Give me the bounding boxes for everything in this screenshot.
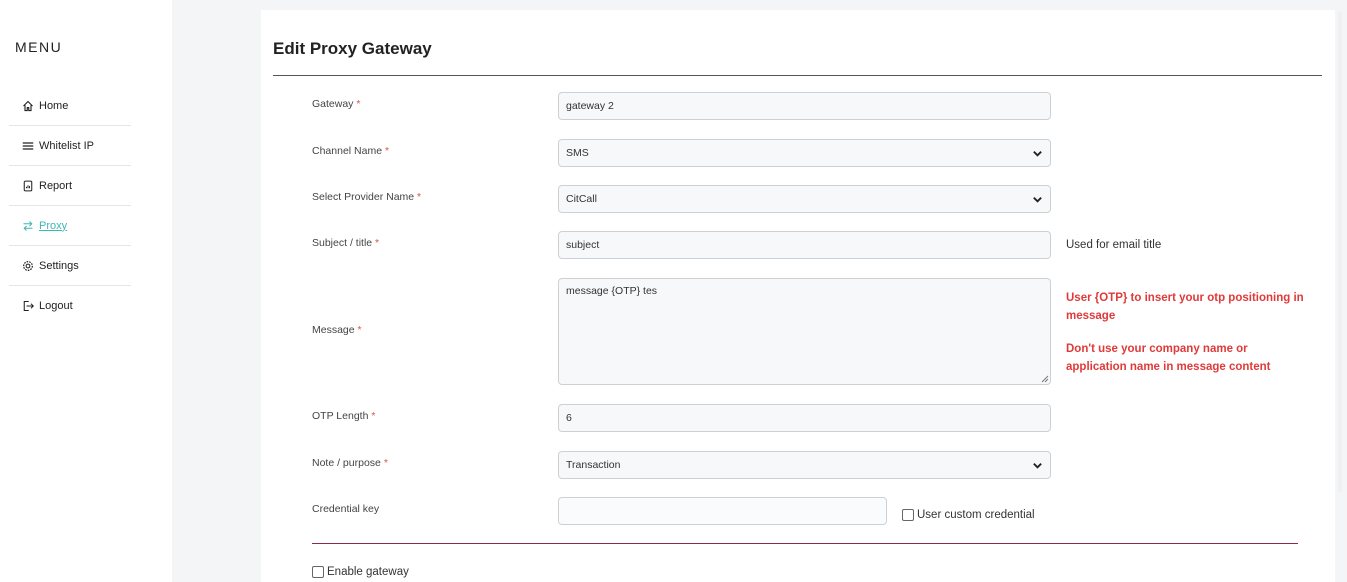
provider-select[interactable]: CitCall: [558, 185, 1051, 213]
report-icon: [23, 180, 33, 191]
sidebar-item-label: Home: [39, 99, 69, 112]
sidebar-item-logout[interactable]: Logout: [9, 286, 131, 326]
sidebar-item-label: Logout: [39, 300, 73, 312]
sidebar: MENU Home Whitelist IP Report Proxy Sett…: [0, 0, 172, 582]
sidebar-item-label: Proxy: [39, 219, 68, 232]
custom-credential-checkbox[interactable]: [902, 509, 914, 521]
sidebar-item-report[interactable]: Report: [9, 166, 131, 206]
sidebar-item-whitelist-ip[interactable]: Whitelist IP: [9, 126, 131, 166]
custom-credential-label: User custom credential: [917, 509, 1035, 521]
main-panel: Edit Proxy Gateway Gateway * gateway 2 C…: [261, 10, 1335, 582]
gateway-label: Gateway *: [312, 98, 361, 110]
note-select[interactable]: Transaction: [558, 451, 1051, 479]
provider-label: Select Provider Name *: [312, 191, 422, 203]
chevron-down-icon: [1033, 196, 1042, 203]
title-divider: [273, 75, 1322, 76]
otp-placeholder-warning: User {OTP} to insert your otp positionin…: [1066, 292, 1304, 322]
enable-gateway-checkbox[interactable]: [312, 566, 324, 578]
sidebar-item-proxy[interactable]: Proxy: [9, 206, 131, 246]
subject-label: Subject / title *: [312, 237, 380, 249]
list-icon: [22, 141, 34, 150]
sidebar-item-label: Whitelist IP: [39, 139, 95, 152]
gear-icon: [23, 260, 33, 271]
company-name-warning: Don't use your company name or applicati…: [1066, 343, 1271, 373]
channel-name-select[interactable]: SMS: [558, 139, 1051, 167]
enable-gateway-label: Enable gateway: [327, 566, 409, 578]
resize-handle-icon[interactable]: [1041, 375, 1049, 383]
logout-icon: [23, 300, 34, 312]
sidebar-item-home[interactable]: Home: [9, 86, 131, 126]
sidebar-item-label: Settings: [39, 259, 79, 272]
otp-length-input[interactable]: 6: [558, 404, 1051, 432]
swap-icon: [23, 220, 33, 231]
section-divider: [312, 543, 1298, 544]
nav-menu: Home Whitelist IP Report Proxy Settings …: [9, 86, 131, 326]
sidebar-item-settings[interactable]: Settings: [9, 246, 131, 286]
subject-input[interactable]: subject: [558, 231, 1051, 259]
scrollbar-thumb[interactable]: [1338, 12, 1342, 492]
page-title: Edit Proxy Gateway: [273, 39, 432, 58]
gateway-input[interactable]: gateway 2: [558, 92, 1051, 120]
credential-key-input[interactable]: [558, 497, 887, 525]
home-icon: [23, 100, 33, 111]
channel-name-label: Channel Name *: [312, 145, 390, 157]
otp-length-label: OTP Length *: [312, 410, 376, 422]
subject-hint: Used for email title: [1066, 239, 1162, 251]
message-textarea[interactable]: message {OTP} tes: [558, 278, 1051, 385]
chevron-down-icon: [1033, 150, 1042, 157]
note-label: Note / purpose *: [312, 457, 388, 469]
sidebar-item-label: Report: [39, 179, 73, 192]
menu-title: MENU: [15, 39, 63, 55]
credential-key-label: Credential key: [312, 503, 380, 515]
message-label: Message *: [312, 324, 362, 336]
chevron-down-icon: [1033, 462, 1042, 469]
